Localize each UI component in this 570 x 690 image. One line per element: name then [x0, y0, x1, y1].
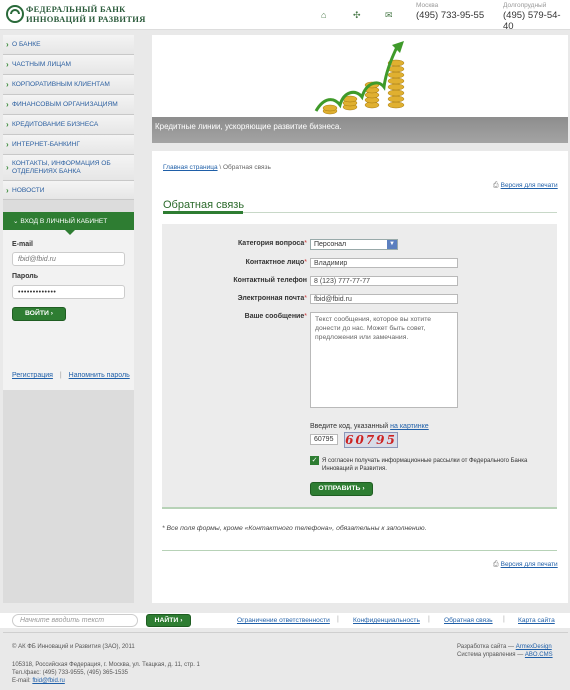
print-version[interactable]: ⎙ Версия для печати: [493, 182, 558, 190]
footer-copyright: © АК ФБ Инноваций и Развития (ЗАО), 2011: [12, 644, 135, 650]
phone-dolgoprudny: Долгопрудный (495) 579-54-40: [503, 2, 570, 32]
promo-banner[interactable]: Кредитные линии, ускоряющие развитие биз…: [152, 35, 568, 143]
login-button[interactable]: ВОЙТИ ›: [12, 307, 66, 321]
subscribe-label: Я согласен получать информационные рассы…: [322, 458, 528, 472]
login-password-input[interactable]: •••••••••••••: [12, 285, 125, 299]
phone-number: (495) 579-54-40: [503, 10, 561, 32]
printer-icon: ⎙: [493, 561, 499, 568]
login-title[interactable]: ⌄ ВХОД В ЛИЧНЫЙ КАБИНЕТ: [3, 212, 134, 235]
arrow-right-icon: ›: [362, 485, 365, 492]
footer-link-privacy[interactable]: Конфиденциальность: [353, 617, 420, 624]
required-mark: *: [304, 259, 307, 266]
email-input[interactable]: fbid@fbid.ru: [310, 294, 458, 304]
captcha-image: 60795: [344, 432, 398, 448]
captcha-link[interactable]: на картинке: [390, 423, 429, 430]
required-mark: *: [304, 295, 307, 302]
breadcrumb-home-link[interactable]: Главная страница: [163, 164, 218, 171]
phone-number: (495) 733-95-55: [416, 10, 485, 21]
footer-email-link[interactable]: fbid@fbid.ru: [32, 678, 64, 684]
header-icons: ⌂ ✣ ✉: [318, 10, 398, 22]
category-label: Категория вопроса*: [237, 240, 307, 247]
home-icon[interactable]: ⌂: [321, 10, 326, 20]
logo-line-2: ИННОВАЦИЙ И РАЗВИТИЯ: [26, 14, 146, 24]
phone-city: Долгопрудный: [503, 2, 547, 9]
captcha-input[interactable]: 60795: [310, 434, 338, 445]
required-note: * Все поля формы, кроме «Контактного тел…: [162, 525, 427, 532]
check-icon: ✓: [311, 457, 318, 464]
logo-line-1: ФЕДЕРАЛЬНЫЙ БАНК: [26, 4, 126, 14]
register-link[interactable]: Регистрация: [12, 372, 53, 379]
page-title: Обратная связь: [163, 199, 245, 211]
required-mark: *: [304, 240, 307, 247]
arrow-right-icon: ›: [180, 617, 183, 624]
nav-item-lending[interactable]: КРЕДИТОВАНИЕ БИЗНЕСА: [3, 115, 134, 135]
breadcrumb-current: Обратная связь: [223, 164, 271, 171]
contact-person-label: Контактное лицо*: [245, 259, 307, 266]
login-password-label: Пароль: [12, 273, 39, 280]
title-divider: [163, 211, 557, 214]
cms-link[interactable]: ABO.CMS: [525, 652, 553, 658]
phone-moscow: Москва (495) 733-95-55: [416, 2, 484, 21]
print-version-link[interactable]: Версия для печати: [501, 182, 558, 189]
remind-password-link[interactable]: Напомнить пароль: [69, 372, 130, 379]
sidebar: О БАНКЕ ЧАСТНЫМ ЛИЦАМ КОРПОРАТИВНЫМ КЛИЕ…: [3, 35, 134, 603]
developer-link[interactable]: ArmexDesign: [516, 644, 552, 650]
footer-link-feedback[interactable]: Обратная связь: [444, 617, 493, 624]
category-select[interactable]: Персонал ▼: [310, 239, 398, 250]
nav-item-contacts[interactable]: КОНТАКТЫ, ИНФОРМАЦИЯ ОБ ОТДЕЛЕНИЯХ БАНКА: [3, 155, 134, 181]
phone-city: Москва: [416, 2, 439, 9]
main-nav: О БАНКЕ ЧАСТНЫМ ЛИЦАМ КОРПОРАТИВНЫМ КЛИЕ…: [3, 35, 134, 200]
nav-item-corporate[interactable]: КОРПОРАТИВНЫМ КЛИЕНТАМ: [3, 75, 134, 95]
print-version-link[interactable]: Версия для печати: [501, 561, 558, 568]
nav-item-news[interactable]: НОВОСТИ: [3, 181, 134, 200]
site-header: ФЕДЕРАЛЬНЫЙ БАНК ИННОВАЦИЙ И РАЗВИТИЯ ⌂ …: [0, 0, 570, 32]
arrow-right-icon: ›: [50, 310, 54, 317]
login-email-input[interactable]: fbid@fbid.ru: [12, 252, 125, 266]
feedback-form: Категория вопроса* Персонал ▼ Контактное …: [162, 224, 557, 509]
message-textarea[interactable]: Текст сообщения, которое вы хотите донес…: [310, 312, 458, 408]
banner-caption: Кредитные линии, ускоряющие развитие биз…: [155, 122, 342, 131]
printer-icon: ⎙: [493, 182, 499, 189]
nav-item-about[interactable]: О БАНКЕ: [3, 35, 134, 55]
logo-emblem-icon: [6, 5, 24, 23]
message-label: Ваше сообщение*: [244, 313, 307, 320]
footer-link-disclaimer[interactable]: Ограничение ответственности: [237, 617, 330, 624]
captcha-label: Введите код, указанный на картинке: [310, 423, 429, 430]
coins-growth-illustration: [314, 41, 405, 115]
required-mark: *: [304, 313, 307, 320]
nav-item-private[interactable]: ЧАСТНЫМ ЛИЦАМ: [3, 55, 134, 75]
footer-divider: [3, 632, 568, 633]
login-email-label: E-mail: [12, 241, 34, 248]
email-label: Электронная почта*: [237, 295, 307, 302]
phone-input[interactable]: 8 (123) 777-77-77: [310, 276, 458, 286]
print-version-bottom[interactable]: ⎙ Версия для печати: [493, 561, 558, 569]
footer-link-sitemap[interactable]: Карта сайта: [518, 617, 555, 624]
bank-logo[interactable]: ФЕДЕРАЛЬНЫЙ БАНК ИННОВАЦИЙ И РАЗВИТИЯ: [6, 3, 146, 27]
subscribe-checkbox[interactable]: ✓: [310, 456, 319, 465]
note-divider: [162, 550, 557, 551]
submit-button[interactable]: ОТПРАВИТЬ ›: [310, 482, 373, 496]
breadcrumb-separator: \: [219, 164, 222, 171]
sitemap-icon[interactable]: ✣: [353, 10, 361, 21]
link-separator: |: [59, 372, 62, 379]
mail-icon[interactable]: ✉: [385, 10, 393, 21]
footer-address: 105318, Российская Федерация, г. Москва,…: [12, 662, 200, 684]
breadcrumb: Главная страница \ Обратная связь: [163, 164, 271, 171]
main-content: Главная страница \ Обратная связь ⎙ Верси…: [152, 151, 568, 603]
nav-item-financial[interactable]: ФИНАНСОВЫМ ОРГАНИЗАЦИЯМ: [3, 95, 134, 115]
chevron-down-icon: ▼: [387, 240, 397, 249]
contact-person-input[interactable]: Владимир: [310, 258, 458, 268]
login-panel: ⌄ ВХОД В ЛИЧНЫЙ КАБИНЕТ E-mail fbid@fbid…: [3, 212, 134, 390]
phone-label: Контактный телефон: [233, 277, 307, 284]
footer-search-input[interactable]: Начните вводить текст: [12, 614, 138, 627]
footer-credits: Разработка сайта — ArmexDesign Система у…: [457, 644, 553, 658]
nav-item-internet-banking[interactable]: ИНТЕРНЕТ-БАНКИНГ: [3, 135, 134, 155]
footer-search-button[interactable]: НАЙТИ ›: [146, 614, 191, 627]
